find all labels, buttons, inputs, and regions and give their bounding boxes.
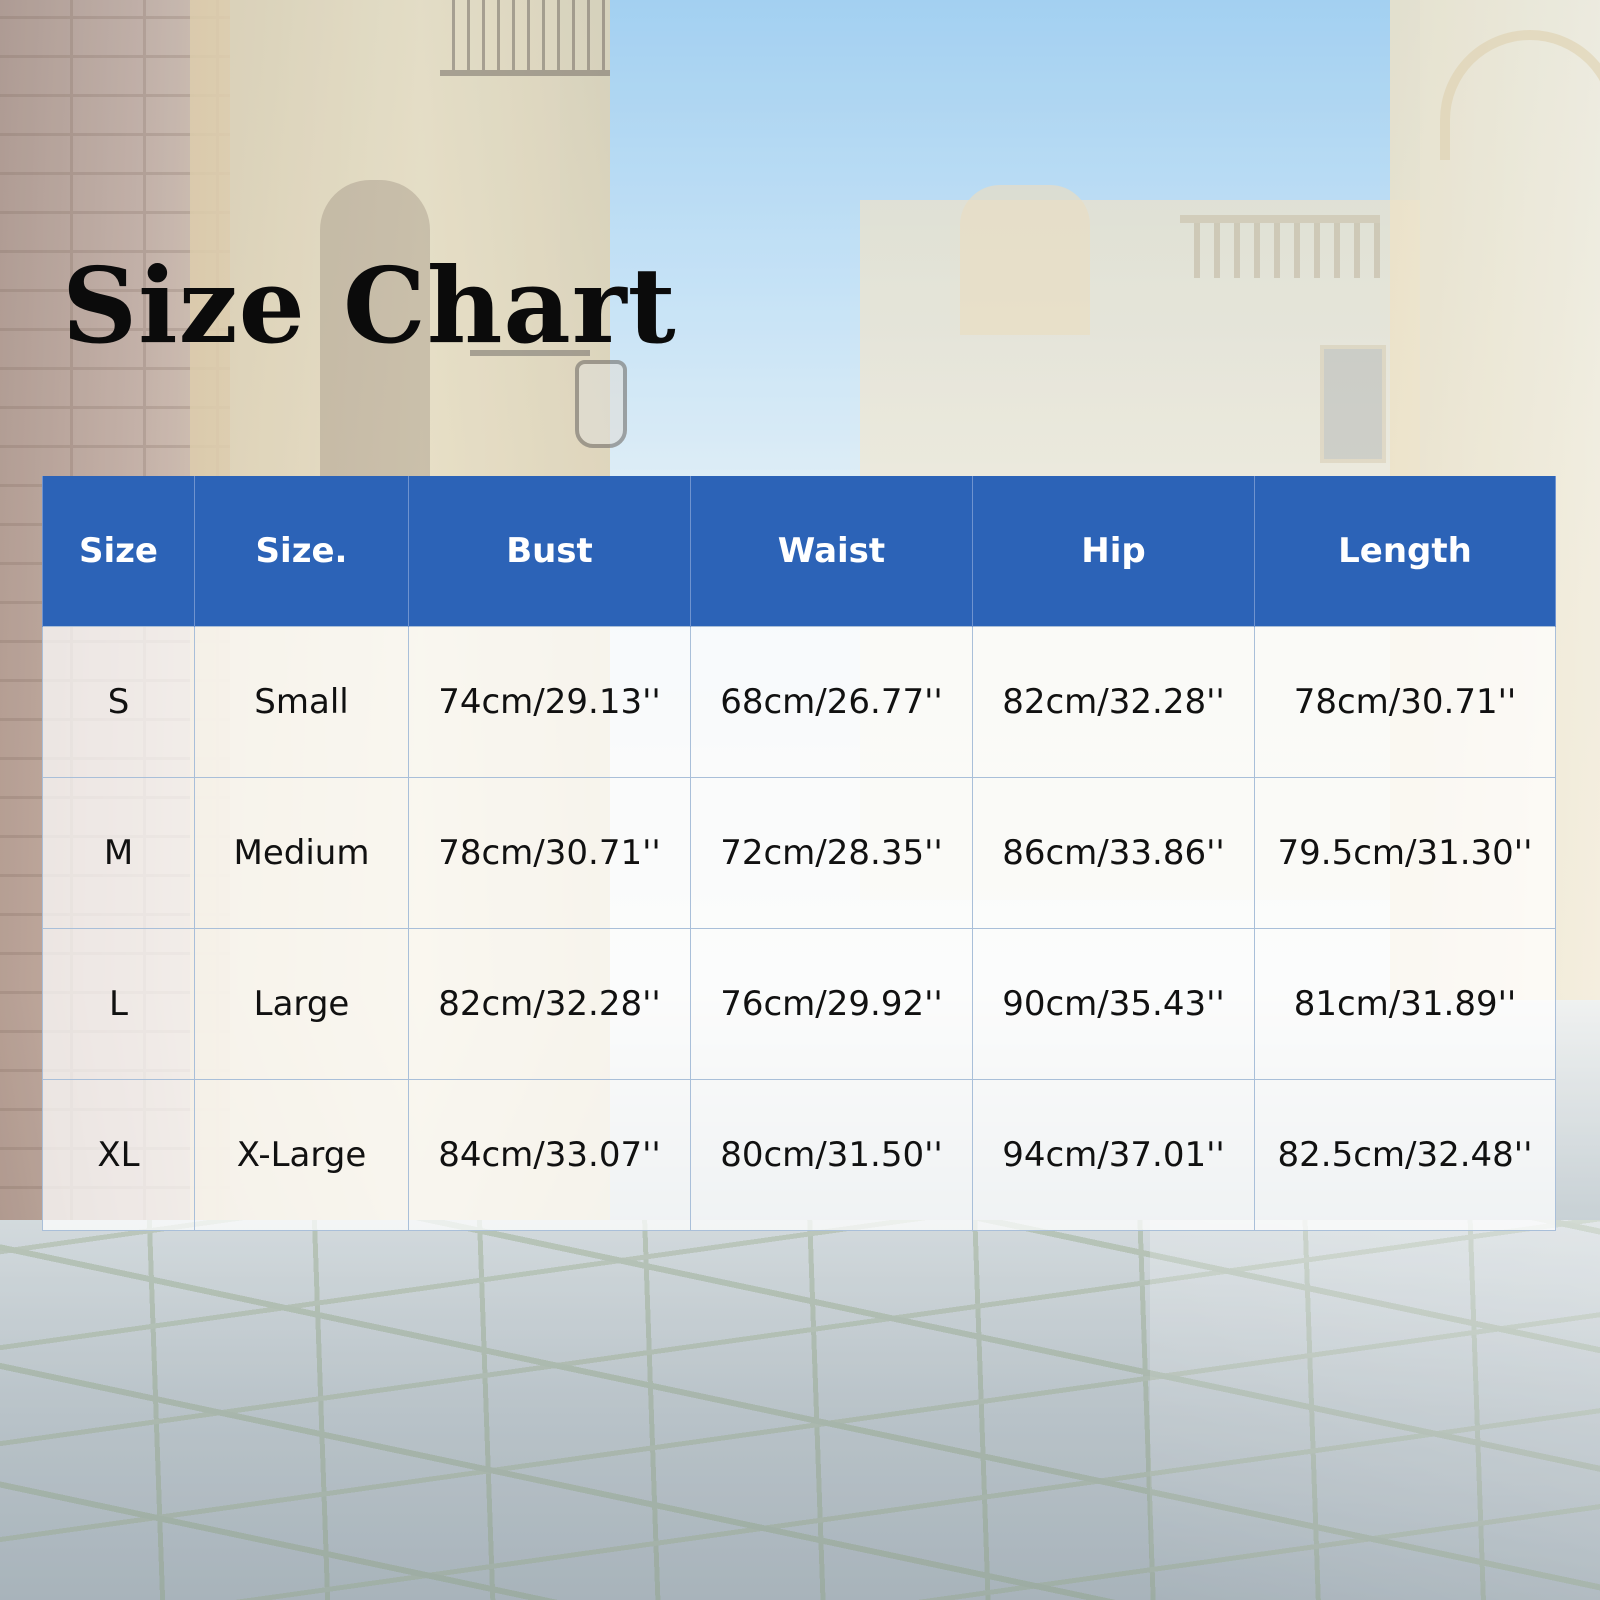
cell-size: XL bbox=[42, 1079, 195, 1231]
cell-size-name: Large bbox=[194, 928, 409, 1080]
header-size: Size bbox=[42, 476, 195, 627]
cell-bust: 74cm/29.13'' bbox=[408, 626, 691, 778]
cell-waist: 80cm/31.50'' bbox=[690, 1079, 973, 1231]
cell-waist: 72cm/28.35'' bbox=[690, 777, 973, 929]
cell-length: 82.5cm/32.48'' bbox=[1254, 1079, 1556, 1231]
cell-length: 79.5cm/31.30'' bbox=[1254, 777, 1556, 929]
cell-size-name: Small bbox=[194, 626, 409, 778]
table-row: M Medium 78cm/30.71'' 72cm/28.35'' 86cm/… bbox=[42, 777, 1556, 929]
size-chart-image: Size Chart Size Size. Bust Waist Hip Len… bbox=[0, 0, 1600, 1600]
cell-size: L bbox=[42, 928, 195, 1080]
size-table: Size Size. Bust Waist Hip Length S Small… bbox=[42, 476, 1556, 1231]
table-header-row: Size Size. Bust Waist Hip Length bbox=[42, 476, 1556, 627]
header-hip: Hip bbox=[972, 476, 1255, 627]
cell-length: 81cm/31.89'' bbox=[1254, 928, 1556, 1080]
cell-waist: 68cm/26.77'' bbox=[690, 626, 973, 778]
header-size-name: Size. bbox=[194, 476, 409, 627]
page-title: Size Chart bbox=[62, 244, 677, 367]
table-header: Size Size. Bust Waist Hip Length bbox=[42, 476, 1556, 627]
cell-size: M bbox=[42, 777, 195, 929]
cell-bust: 82cm/32.28'' bbox=[408, 928, 691, 1080]
cell-hip: 82cm/32.28'' bbox=[972, 626, 1255, 778]
cell-bust: 84cm/33.07'' bbox=[408, 1079, 691, 1231]
cell-hip: 94cm/37.01'' bbox=[972, 1079, 1255, 1231]
header-length: Length bbox=[1254, 476, 1556, 627]
cell-size: S bbox=[42, 626, 195, 778]
cell-hip: 86cm/33.86'' bbox=[972, 777, 1255, 929]
cell-size-name: X-Large bbox=[194, 1079, 409, 1231]
table-row: S Small 74cm/29.13'' 68cm/26.77'' 82cm/3… bbox=[42, 626, 1556, 778]
header-waist: Waist bbox=[690, 476, 973, 627]
table-row: L Large 82cm/32.28'' 76cm/29.92'' 90cm/3… bbox=[42, 928, 1556, 1080]
cell-hip: 90cm/35.43'' bbox=[972, 928, 1255, 1080]
cell-length: 78cm/30.71'' bbox=[1254, 626, 1556, 778]
cell-bust: 78cm/30.71'' bbox=[408, 777, 691, 929]
cell-waist: 76cm/29.92'' bbox=[690, 928, 973, 1080]
header-bust: Bust bbox=[408, 476, 691, 627]
cell-size-name: Medium bbox=[194, 777, 409, 929]
table-row: XL X-Large 84cm/33.07'' 80cm/31.50'' 94c… bbox=[42, 1079, 1556, 1231]
table-body: S Small 74cm/29.13'' 68cm/26.77'' 82cm/3… bbox=[42, 626, 1556, 1231]
